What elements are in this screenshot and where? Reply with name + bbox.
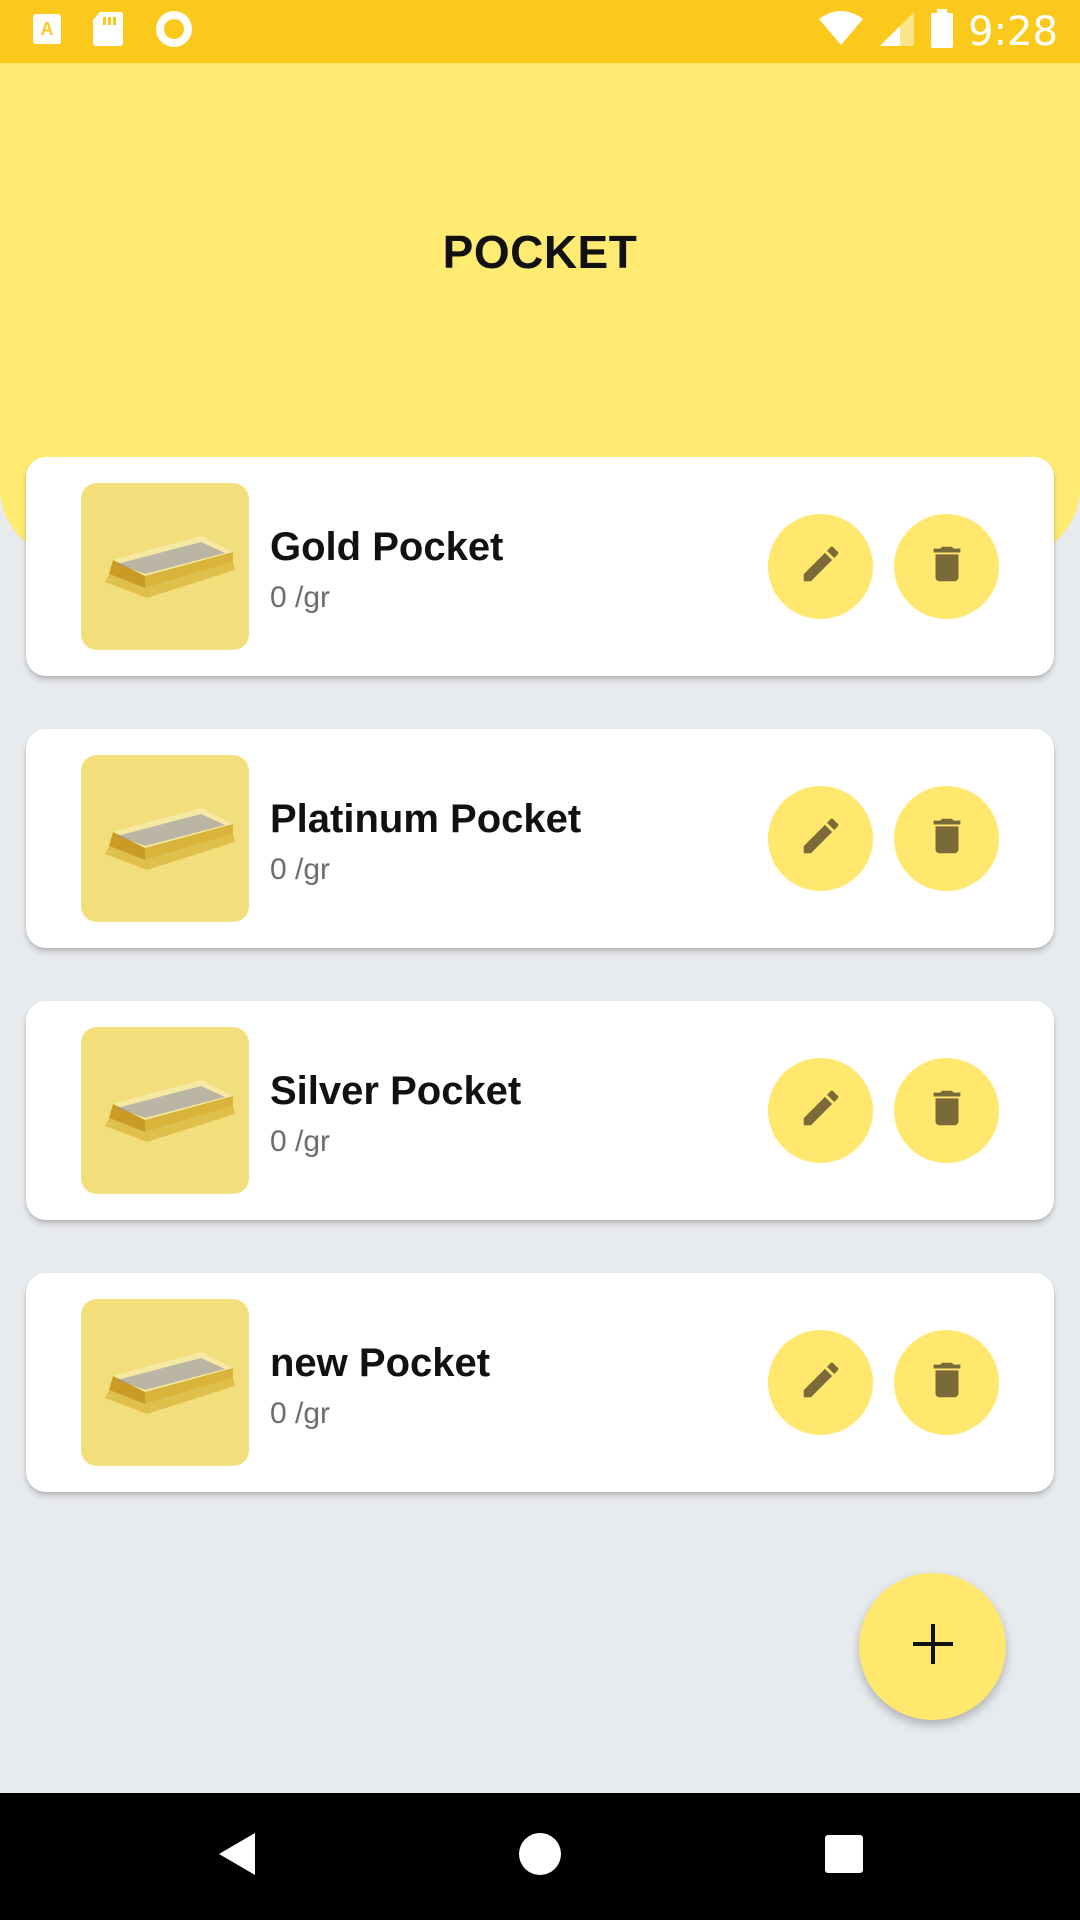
trash-icon [924, 813, 970, 864]
plus-icon [911, 1622, 955, 1671]
back-icon [217, 1831, 257, 1882]
gold-bar-icon [81, 1299, 249, 1466]
pencil-icon [798, 1085, 844, 1136]
pocket-card[interactable]: Gold Pocket 0 /gr [26, 457, 1054, 676]
gold-bar-icon [81, 755, 249, 922]
add-pocket-button[interactable] [859, 1573, 1006, 1720]
pocket-name: Platinum Pocket [270, 797, 582, 841]
gold-bar-icon [81, 1027, 249, 1194]
trash-icon [924, 1085, 970, 1136]
delete-button[interactable] [894, 1058, 999, 1163]
status-bar: A 9:28 [0, 0, 1080, 63]
status-time: 9:28 [968, 8, 1058, 55]
pocket-weight: 0 /gr [270, 581, 331, 614]
svg-text:A: A [41, 19, 54, 39]
sync-circle-icon [154, 9, 194, 54]
sd-card-icon [92, 11, 124, 52]
pencil-icon [798, 1357, 844, 1408]
wifi-icon [818, 11, 864, 52]
pocket-weight: 0 /gr [270, 853, 331, 886]
pencil-icon [798, 813, 844, 864]
back-button[interactable] [212, 1831, 262, 1881]
recents-icon [824, 1834, 864, 1879]
edit-button[interactable] [768, 1330, 873, 1435]
delete-button[interactable] [894, 514, 999, 619]
text-a-icon: A [32, 13, 62, 50]
edit-button[interactable] [768, 786, 873, 891]
home-button[interactable] [515, 1831, 565, 1881]
page-title: POCKET [442, 226, 638, 278]
pocket-name: new Pocket [270, 1341, 491, 1385]
pocket-card[interactable]: Silver Pocket 0 /gr [26, 1001, 1054, 1220]
recents-button[interactable] [819, 1831, 869, 1881]
pocket-weight: 0 /gr [270, 1397, 331, 1430]
trash-icon [924, 1357, 970, 1408]
navigation-bar [0, 1793, 1080, 1920]
pocket-name: Gold Pocket [270, 525, 504, 569]
delete-button[interactable] [894, 1330, 999, 1435]
trash-icon [924, 541, 970, 592]
pocket-weight: 0 /gr [270, 1125, 331, 1158]
pocket-name: Silver Pocket [270, 1069, 522, 1113]
pocket-card[interactable]: new Pocket 0 /gr [26, 1273, 1054, 1492]
edit-button[interactable] [768, 514, 873, 619]
pocket-list: Gold Pocket 0 /gr Platinum Pocket 0 /gr [26, 457, 1054, 1545]
home-icon [518, 1832, 562, 1881]
gold-bar-icon [81, 483, 249, 650]
pocket-card[interactable]: Platinum Pocket 0 /gr [26, 729, 1054, 948]
pencil-icon [798, 541, 844, 592]
signal-icon [878, 10, 916, 53]
battery-icon [930, 9, 954, 54]
delete-button[interactable] [894, 786, 999, 891]
edit-button[interactable] [768, 1058, 873, 1163]
